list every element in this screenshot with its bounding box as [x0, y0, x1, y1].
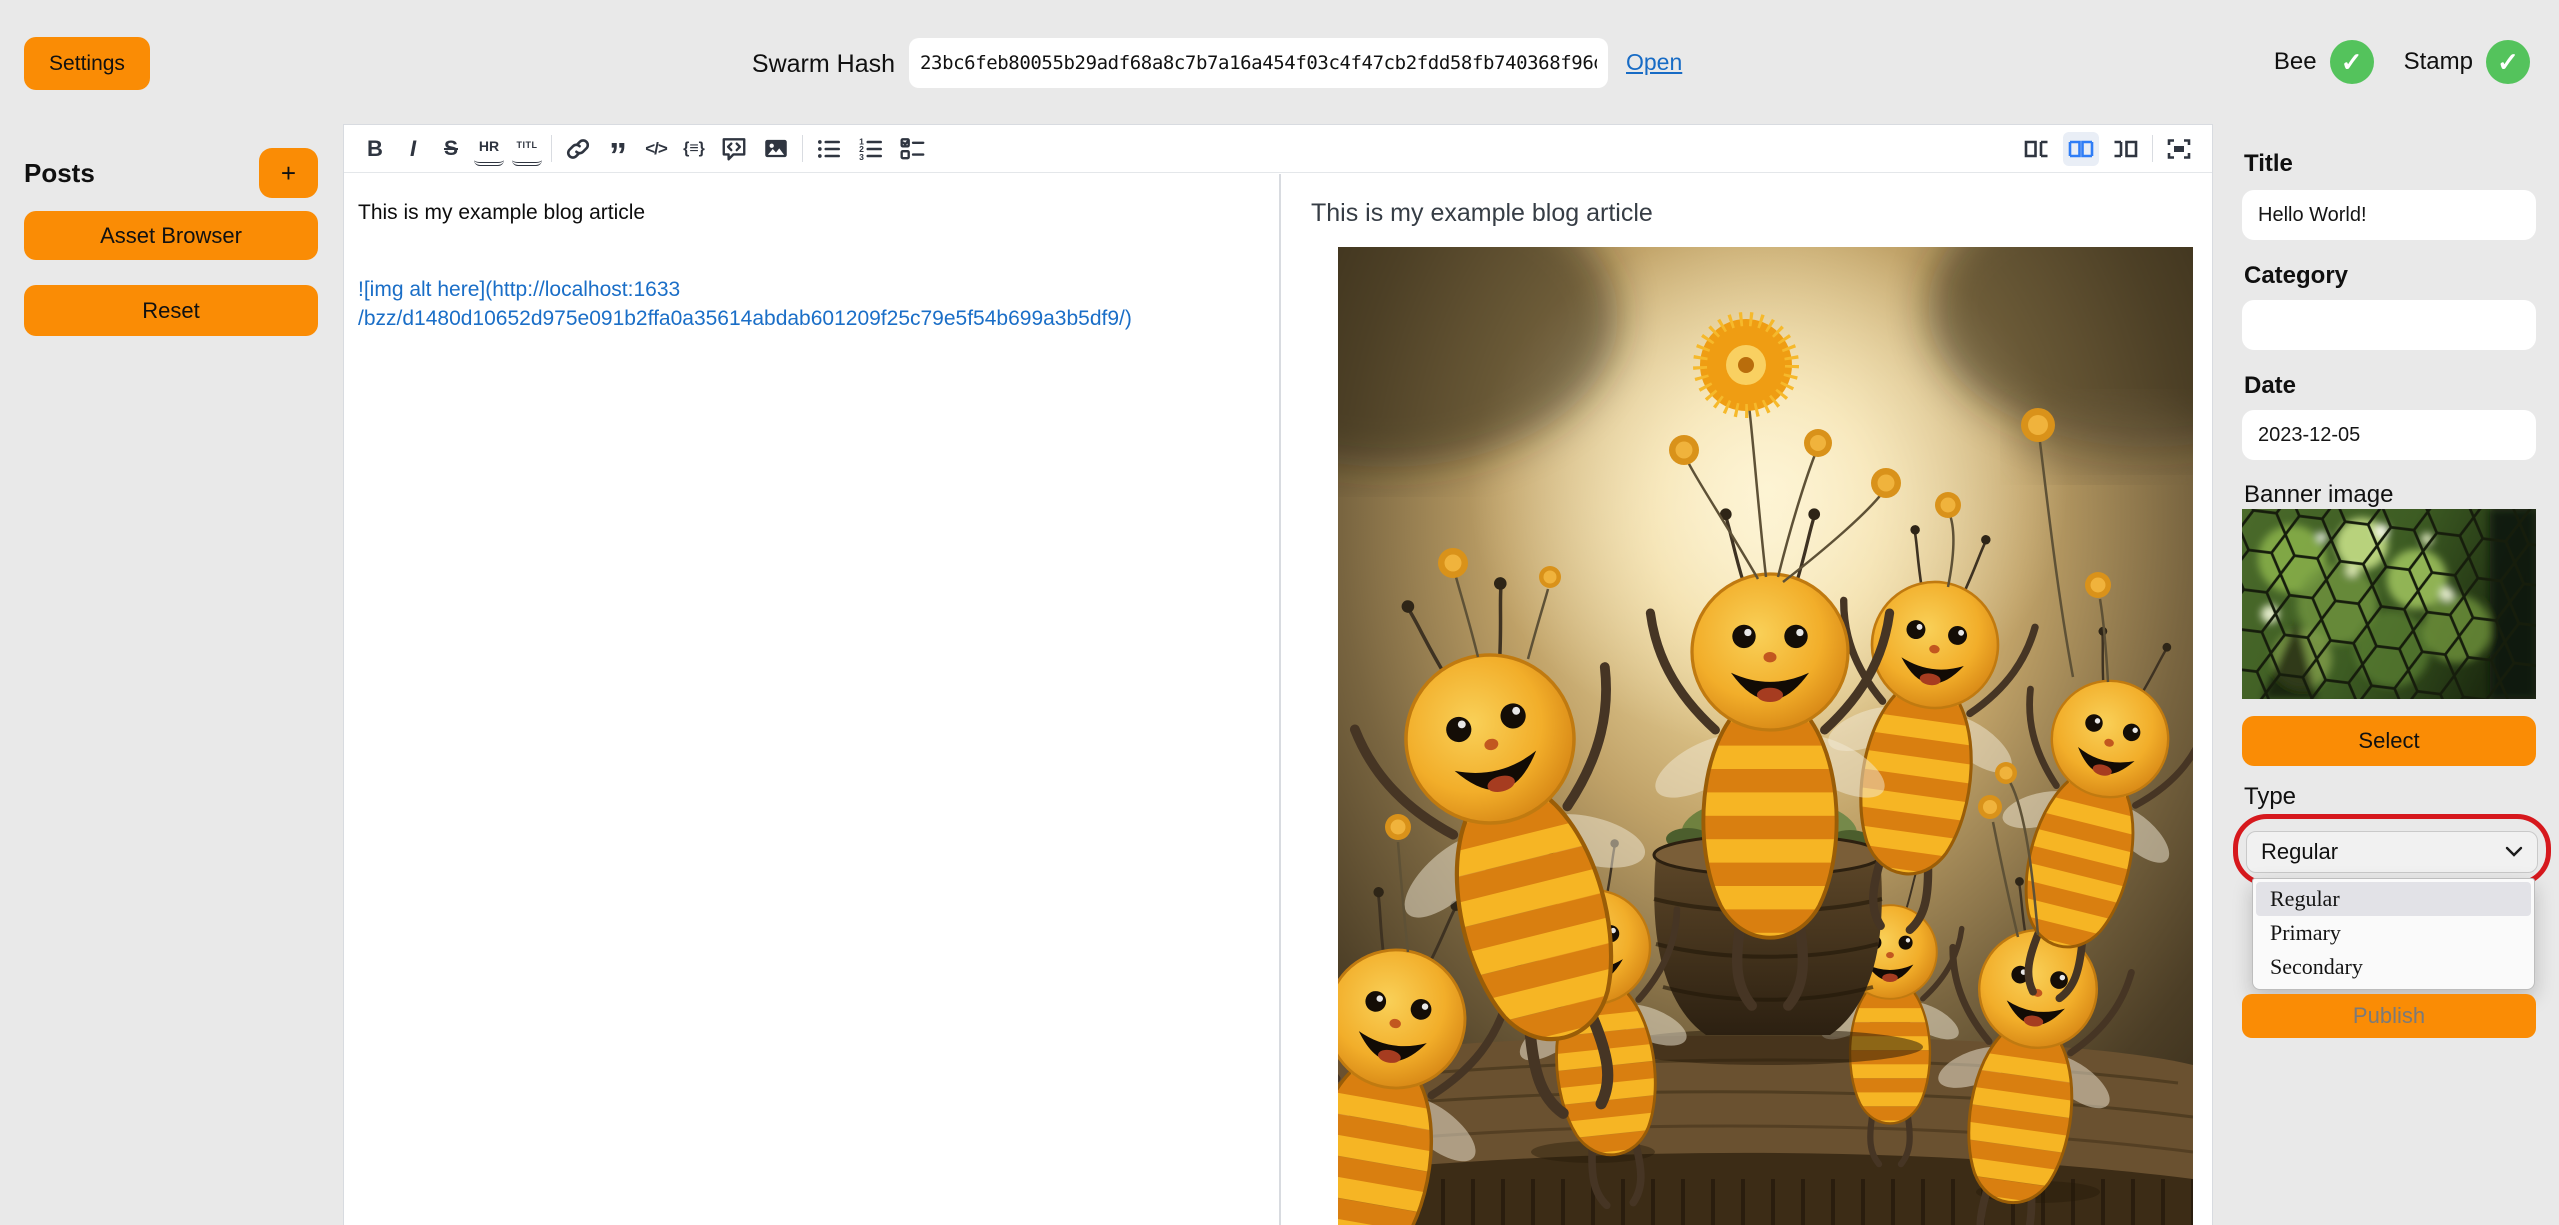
type-option-secondary[interactable]: Secondary [2253, 950, 2534, 984]
title-input[interactable] [2242, 190, 2536, 240]
type-select-value: Regular [2261, 839, 2338, 865]
italic-icon[interactable]: I [398, 132, 428, 166]
banner-image-label: Banner image [2244, 481, 2393, 509]
editor-panel: B I S HR TITL ” </> {≡} [343, 124, 2213, 1225]
preview-image [1338, 247, 2193, 1225]
bold-icon[interactable]: B [360, 132, 390, 166]
strikethrough-icon[interactable]: S [436, 132, 466, 166]
link-icon[interactable] [561, 132, 595, 166]
open-link[interactable]: Open [1626, 49, 1682, 76]
publish-button[interactable]: Publish [2242, 994, 2536, 1038]
toolbar-separator [2152, 135, 2153, 162]
layout-preview-only-icon[interactable] [2107, 132, 2143, 166]
code-block-icon[interactable]: {≡} [679, 132, 709, 166]
ordered-list-icon[interactable]: 1 2 3 [854, 132, 888, 166]
type-dropdown-list: Regular Primary Secondary [2252, 878, 2535, 990]
comment-code-icon[interactable] [717, 132, 751, 166]
add-post-button[interactable]: + [259, 148, 318, 198]
asset-browser-button[interactable]: Asset Browser [24, 211, 318, 260]
stamp-check-icon: ✓ [2486, 40, 2530, 84]
app-root: Settings Swarm Hash Open Bee ✓ Stamp ✓ P… [0, 0, 2559, 1225]
toolbar-separator [551, 135, 552, 162]
category-input[interactable] [2242, 300, 2536, 350]
editor-toolbar: B I S HR TITL ” </> {≡} [344, 125, 2212, 173]
title-icon[interactable]: TITL [512, 132, 542, 166]
bullet-list-icon[interactable] [812, 132, 846, 166]
type-option-regular[interactable]: Regular [2256, 882, 2531, 916]
title-label: Title [2244, 150, 2293, 178]
banner-image-thumbnail [2242, 509, 2536, 699]
markdown-editor[interactable]: This is my example blog article ![img al… [344, 174, 1281, 1225]
bee-status-label: Bee [2274, 48, 2317, 76]
horizontal-rule-icon[interactable]: HR [474, 132, 504, 166]
category-label: Category [2244, 262, 2348, 290]
fullscreen-icon[interactable] [2162, 132, 2196, 166]
toolbar-separator [802, 135, 803, 162]
bee-check-icon: ✓ [2330, 40, 2374, 84]
type-select[interactable]: Regular [2246, 831, 2538, 873]
svg-text:3: 3 [859, 151, 864, 161]
chevron-down-icon [2505, 846, 2523, 858]
date-input[interactable] [2242, 410, 2536, 460]
preview-pane: This is my example blog article [1281, 174, 2212, 1225]
date-label: Date [2244, 372, 2296, 400]
posts-heading: Posts [24, 158, 95, 189]
task-list-icon[interactable] [896, 132, 930, 166]
editor-paragraph: This is my example blog article [358, 198, 1265, 227]
banner-select-button[interactable]: Select [2242, 716, 2536, 766]
layout-editor-only-icon[interactable] [2019, 132, 2055, 166]
stamp-status-label: Stamp [2404, 48, 2473, 76]
blockquote-icon[interactable]: ” [603, 139, 633, 173]
settings-button[interactable]: Settings [24, 37, 150, 90]
swarm-hash-label: Swarm Hash [700, 50, 895, 79]
type-option-primary[interactable]: Primary [2253, 916, 2534, 950]
editor-markdown-image: ![img alt here](http://localhost:1633 /b… [358, 275, 1265, 333]
inline-code-icon[interactable]: </> [641, 132, 671, 166]
image-icon[interactable] [759, 132, 793, 166]
layout-split-icon[interactable] [2063, 132, 2099, 166]
status-group: Bee ✓ Stamp ✓ [2274, 36, 2530, 88]
swarm-hash-input[interactable] [909, 38, 1608, 88]
reset-button[interactable]: Reset [24, 285, 318, 336]
preview-paragraph: This is my example blog article [1311, 199, 2212, 228]
type-label: Type [2244, 783, 2296, 811]
